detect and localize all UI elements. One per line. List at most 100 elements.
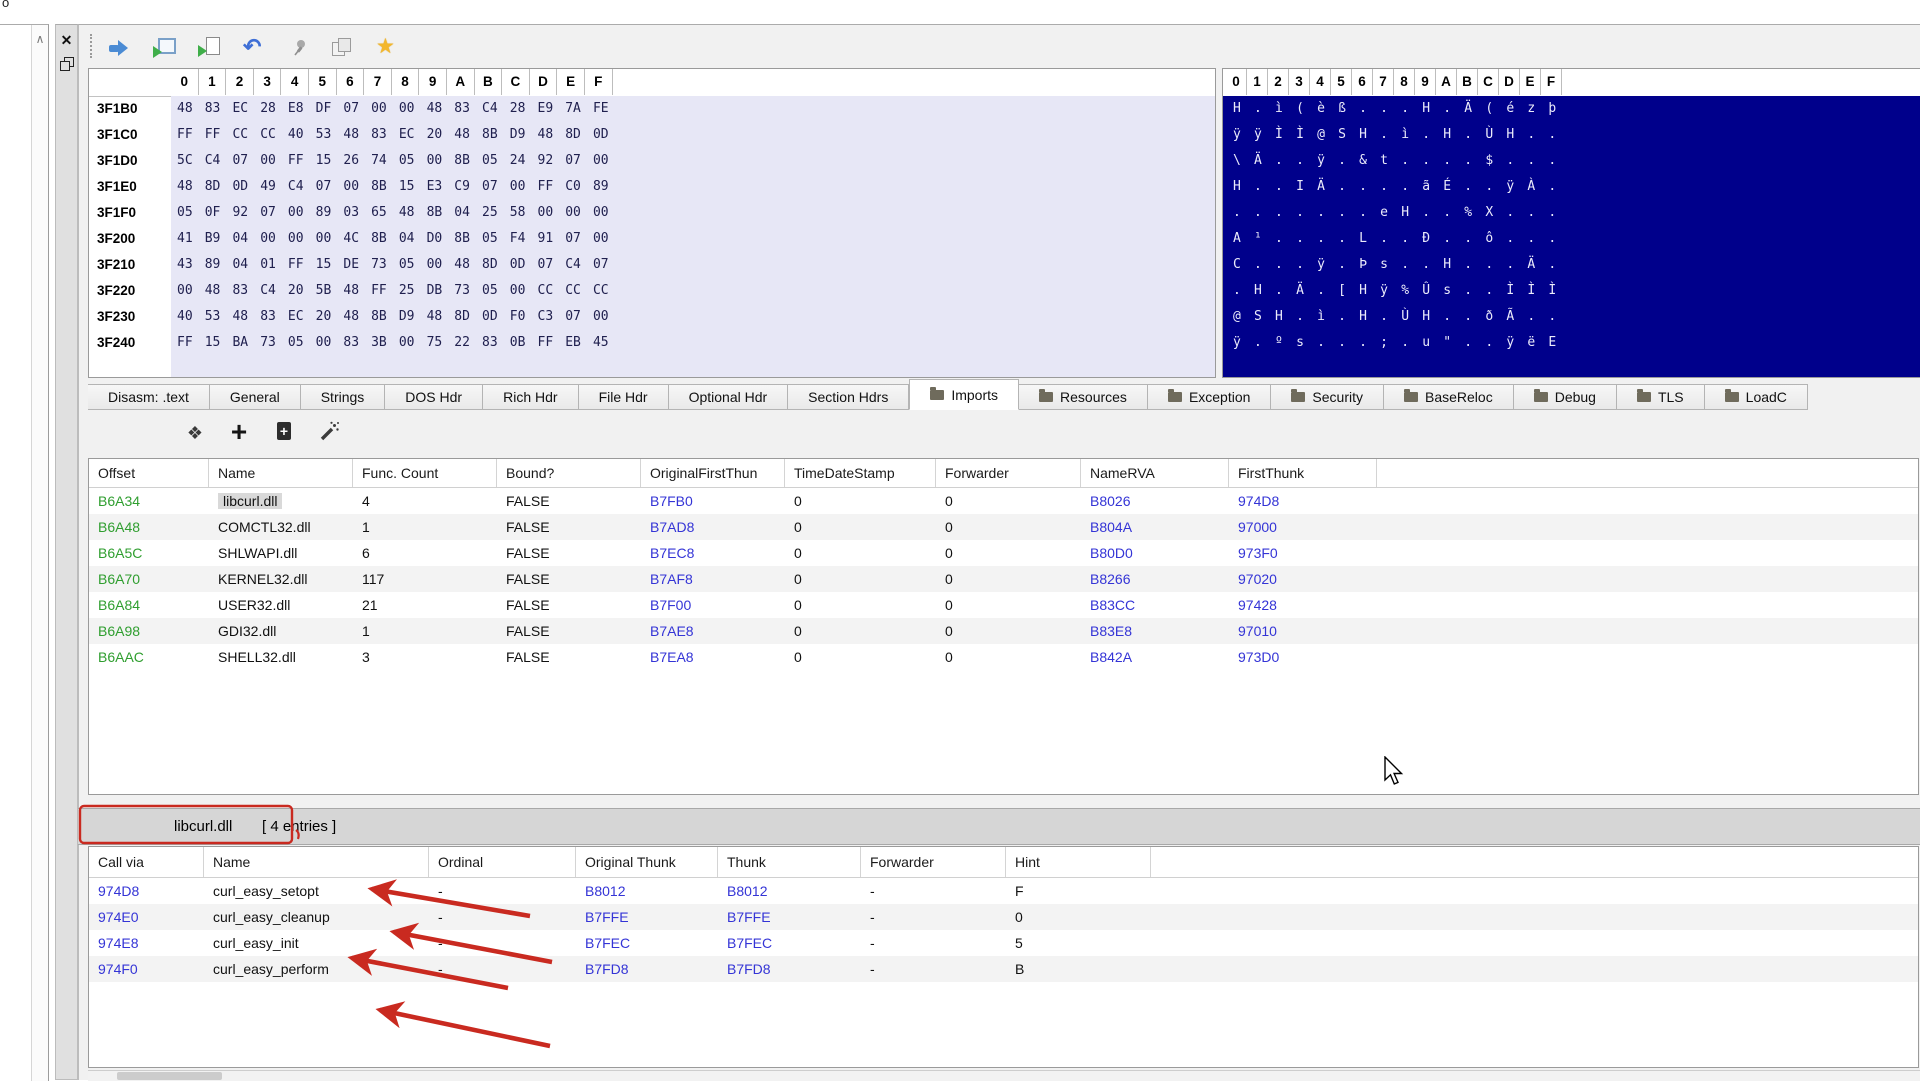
section-tab[interactable]: Security bbox=[1271, 384, 1384, 410]
cell-func-count[interactable]: 6 bbox=[353, 540, 497, 566]
ascii-row[interactable]: @SH.ì.H.ÙH..ðÃ.. bbox=[1223, 304, 1920, 330]
cell-timedatestamp[interactable]: 0 bbox=[785, 618, 936, 644]
col-header-hint[interactable]: Hint bbox=[1006, 847, 1151, 877]
cell-firstthunk[interactable]: 974D8 bbox=[1229, 488, 1377, 514]
cell-bound[interactable]: FALSE bbox=[497, 488, 641, 514]
detail-table-body[interactable]: 974D8 curl_easy_setopt - B8012 B8012 - F… bbox=[89, 878, 1918, 982]
imports-table-row[interactable]: B6A48 COMCTL32.dll 1 FALSE B7AD8 0 0 B80… bbox=[89, 514, 1918, 540]
ascii-row[interactable]: A¹....L..Ð..ô... bbox=[1223, 226, 1920, 252]
cell-original-thunk[interactable]: B7FFE bbox=[576, 904, 718, 930]
cell-timedatestamp[interactable]: 0 bbox=[785, 592, 936, 618]
cell-originalfirstthunk[interactable]: B7AF8 bbox=[641, 566, 785, 592]
cell-dll-name[interactable]: KERNEL32.dll bbox=[209, 566, 353, 592]
col-header-forwarder2[interactable]: Forwarder bbox=[861, 847, 1006, 877]
hex-row[interactable]: 3F200 41 B9 04 00 00 00 4C 8B 04 D0 8B 0… bbox=[89, 226, 1215, 252]
hex-bytes[interactable]: 5C C4 07 00 FF 15 26 74 05 00 8B 05 24 9… bbox=[177, 148, 609, 174]
hex-row[interactable]: 3F1D0 5C C4 07 00 FF 15 26 74 05 00 8B 0… bbox=[89, 148, 1215, 174]
section-tab[interactable]: General bbox=[209, 384, 301, 410]
dll-name-text[interactable]: USER32.dll bbox=[218, 597, 290, 613]
cell-firstthunk[interactable]: 973F0 bbox=[1229, 540, 1377, 566]
cell-original-thunk[interactable]: B7FEC bbox=[576, 930, 718, 956]
hex-view[interactable]: 0123456789ABCDEF 3F1B0 48 83 EC 28 E8 DF… bbox=[88, 68, 1216, 378]
dll-name-text[interactable]: GDI32.dll bbox=[218, 623, 276, 639]
cell-forwarder[interactable]: 0 bbox=[936, 514, 1081, 540]
detail-table[interactable]: Call via Name Ordinal Original Thunk Thu… bbox=[88, 846, 1919, 1068]
cell-thunk[interactable]: B7FD8 bbox=[718, 956, 861, 982]
imports-table-row[interactable]: B6A34 libcurl.dll 4 FALSE B7FB0 0 0 B802… bbox=[89, 488, 1918, 514]
hex-bytes[interactable]: FF 15 BA 73 05 00 83 3B 00 75 22 83 0B F… bbox=[177, 330, 609, 356]
cell-timedatestamp[interactable]: 0 bbox=[785, 644, 936, 670]
hex-row[interactable]: 3F220 00 48 83 C4 20 5B 48 FF 25 DB 73 0… bbox=[89, 278, 1215, 304]
cell-offset[interactable]: B6A70 bbox=[89, 566, 209, 592]
cell-firstthunk[interactable]: 97000 bbox=[1229, 514, 1377, 540]
cell-originalfirstthunk[interactable]: B7AD8 bbox=[641, 514, 785, 540]
imports-table-body[interactable]: B6A34 libcurl.dll 4 FALSE B7FB0 0 0 B802… bbox=[89, 488, 1918, 670]
cell-offset[interactable]: B6A34 bbox=[89, 488, 209, 514]
vertical-scrollbar[interactable] bbox=[31, 25, 48, 1081]
dll-name-text[interactable]: SHELL32.dll bbox=[218, 649, 296, 665]
cell-forwarder[interactable]: 0 bbox=[936, 566, 1081, 592]
hex-row[interactable]: 3F240 FF 15 BA 73 05 00 83 3B 00 75 22 8… bbox=[89, 330, 1215, 356]
col-header-bound[interactable]: Bound? bbox=[497, 459, 641, 487]
cell-forwarder[interactable]: 0 bbox=[936, 618, 1081, 644]
cell-thunk[interactable]: B7FFE bbox=[718, 904, 861, 930]
col-header-firstthunk[interactable]: FirstThunk bbox=[1229, 459, 1377, 487]
ascii-row[interactable]: H..IÄ....ãÉ..ÿÀ. bbox=[1223, 174, 1920, 200]
cell-hint[interactable]: B bbox=[1006, 956, 1151, 982]
col-header-timedatestamp[interactable]: TimeDateStamp bbox=[785, 459, 936, 487]
hex-bytes[interactable]: 00 48 83 C4 20 5B 48 FF 25 DB 73 05 00 C… bbox=[177, 278, 609, 304]
hex-bytes[interactable]: 05 0F 92 07 00 89 03 65 48 8B 04 25 58 0… bbox=[177, 200, 609, 226]
cell-thunk[interactable]: B7FEC bbox=[718, 930, 861, 956]
hex-row[interactable]: 3F1E0 48 8D 0D 49 C4 07 00 8B 15 E3 C9 0… bbox=[89, 174, 1215, 200]
cell-originalfirstthunk[interactable]: B7EA8 bbox=[641, 644, 785, 670]
cell-namerva[interactable]: B83CC bbox=[1081, 592, 1229, 618]
cell-offset[interactable]: B6A48 bbox=[89, 514, 209, 540]
hex-row[interactable]: 3F230 40 53 48 83 EC 20 48 8B D9 48 8D 0… bbox=[89, 304, 1215, 330]
col-header-original-thunk[interactable]: Original Thunk bbox=[576, 847, 718, 877]
add-import-doc-icon[interactable] bbox=[272, 420, 298, 446]
undo-icon[interactable] bbox=[243, 36, 267, 60]
toolbar-drag-handle[interactable] bbox=[90, 34, 92, 58]
ascii-row[interactable]: ÿ.ºs...;.u"..ÿëE bbox=[1223, 330, 1920, 356]
section-tab[interactable]: Resources bbox=[1019, 384, 1148, 410]
section-tab[interactable]: File Hdr bbox=[578, 384, 669, 410]
hex-bytes[interactable]: 48 83 EC 28 E8 DF 07 00 00 48 83 C4 28 E… bbox=[177, 96, 609, 122]
cell-hint[interactable]: 5 bbox=[1006, 930, 1151, 956]
ascii-row[interactable]: ÿÿÌÌ@SH.ì.H.ÙH.. bbox=[1223, 122, 1920, 148]
hex-bytes[interactable]: 41 B9 04 00 00 00 4C 8B 04 D0 8B 05 F4 9… bbox=[177, 226, 609, 252]
cell-forwarder[interactable]: 0 bbox=[936, 592, 1081, 618]
hex-row[interactable]: 3F1F0 05 0F 92 07 00 89 03 65 48 8B 04 2… bbox=[89, 200, 1215, 226]
hex-bytes[interactable]: 40 53 48 83 EC 20 48 8B D9 48 8D 0D F0 C… bbox=[177, 304, 609, 330]
cell-forwarder[interactable]: 0 bbox=[936, 644, 1081, 670]
go-forward-icon[interactable] bbox=[108, 36, 132, 60]
cell-originalfirstthunk[interactable]: B7F00 bbox=[641, 592, 785, 618]
cell-dll-name[interactable]: COMCTL32.dll bbox=[209, 514, 353, 540]
scrollbar-thumb[interactable] bbox=[117, 1072, 222, 1080]
section-tab[interactable]: Debug bbox=[1513, 384, 1617, 410]
detail-table-row[interactable]: 974E8 curl_easy_init - B7FEC B7FEC - 5 bbox=[89, 930, 1918, 956]
cell-forwarder2[interactable]: - bbox=[861, 904, 1006, 930]
dll-name-text[interactable]: SHLWAPI.dll bbox=[218, 545, 297, 561]
cell-originalfirstthunk[interactable]: B7FB0 bbox=[641, 488, 785, 514]
cell-forwarder2[interactable]: - bbox=[861, 956, 1006, 982]
cell-dll-name[interactable]: GDI32.dll bbox=[209, 618, 353, 644]
add-entry-icon[interactable] bbox=[226, 420, 252, 446]
cell-call-via[interactable]: 974D8 bbox=[89, 878, 204, 904]
close-icon[interactable] bbox=[56, 31, 77, 49]
cell-timedatestamp[interactable]: 0 bbox=[785, 514, 936, 540]
favorites-star-icon[interactable] bbox=[376, 36, 400, 60]
cell-ordinal[interactable]: - bbox=[429, 904, 576, 930]
cell-func-count[interactable]: 117 bbox=[353, 566, 497, 592]
cell-firstthunk[interactable]: 97020 bbox=[1229, 566, 1377, 592]
cell-dll-name[interactable]: SHLWAPI.dll bbox=[209, 540, 353, 566]
hex-row[interactable]: 3F1B0 48 83 EC 28 E8 DF 07 00 00 48 83 C… bbox=[89, 96, 1215, 122]
col-header-offset[interactable]: Offset bbox=[89, 459, 209, 487]
detail-table-row[interactable]: 974D8 curl_easy_setopt - B8012 B8012 - F bbox=[89, 878, 1918, 904]
col-header-func-count[interactable]: Func. Count bbox=[353, 459, 497, 487]
col-header-forwarder[interactable]: Forwarder bbox=[936, 459, 1081, 487]
cell-namerva[interactable]: B83E8 bbox=[1081, 618, 1229, 644]
hex-row[interactable]: 3F1C0 FF FF CC CC 40 53 48 83 EC 20 48 8… bbox=[89, 122, 1215, 148]
cell-offset[interactable]: B6A98 bbox=[89, 618, 209, 644]
ascii-rows[interactable]: H.ì(èß...H.Ä(ézþ ÿÿÌÌ@SH.ì.H.ÙH.. \Ä..ÿ.&t… bbox=[1223, 96, 1920, 356]
pin-icon[interactable] bbox=[288, 36, 312, 60]
